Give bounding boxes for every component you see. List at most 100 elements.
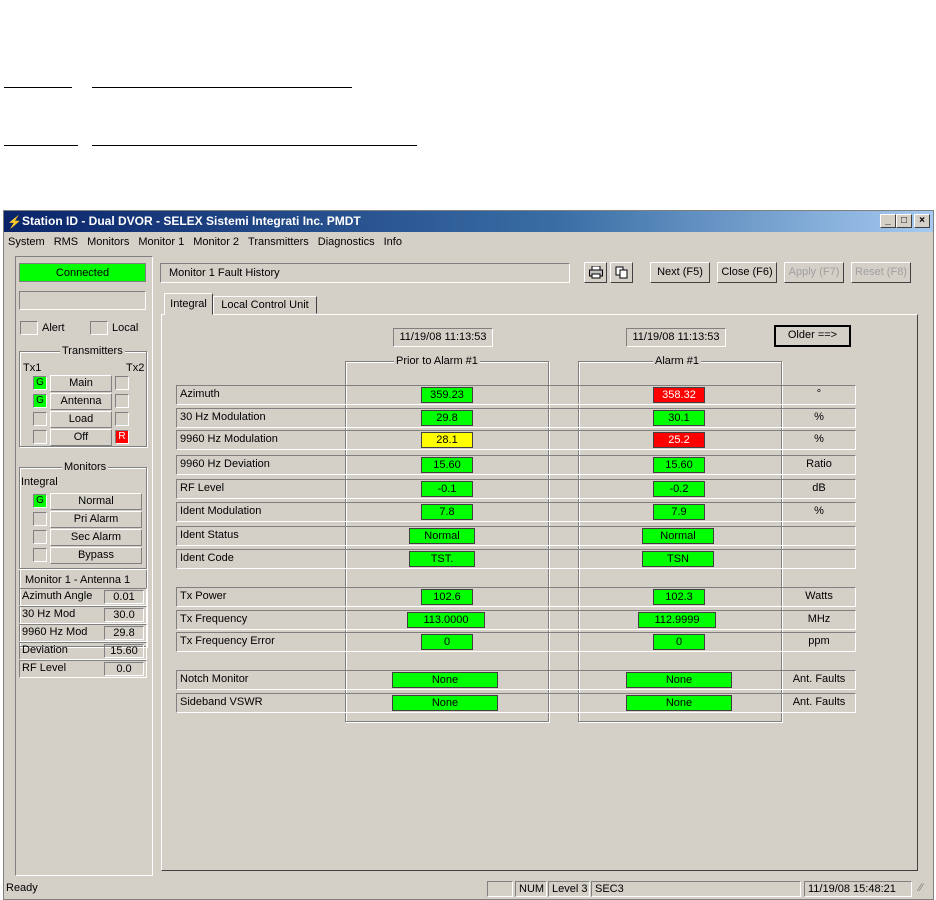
tx2-load-indicator (115, 412, 129, 426)
tab-integral[interactable]: Integral (164, 293, 213, 315)
print-button[interactable] (584, 262, 607, 283)
prior-value: 28.1 (421, 432, 473, 448)
tx1-load-indicator (33, 412, 47, 426)
alert-label: Alert (42, 322, 65, 334)
monitor-empty-area (19, 681, 147, 871)
row-unit (784, 526, 854, 546)
row-label: 9960 Hz Modulation (180, 433, 278, 445)
apply-button[interactable]: Apply (F7) (784, 262, 844, 283)
data-row: Ident Code TST. TSN (176, 549, 856, 569)
menu-transmitters[interactable]: Transmitters (248, 233, 309, 251)
alarm-value: None (626, 672, 732, 688)
alarm-value: 30.1 (653, 410, 705, 426)
reading-row: Deviation 15.60 (19, 642, 147, 660)
prior-value: 15.60 (421, 457, 473, 473)
alarm-value: -0.2 (653, 481, 705, 497)
row-label: Sideband VSWR (180, 696, 263, 708)
reading-value: 0.01 (104, 590, 144, 604)
col1-timestamp: 11/19/08 11:13:53 (393, 328, 493, 347)
menu-bar: System RMS Monitors Monitor 1 Monitor 2 … (4, 233, 933, 251)
row-label: Ident Modulation (180, 505, 262, 517)
menu-diagnostics[interactable]: Diagnostics (318, 233, 375, 251)
reading-row: 30 Hz Mod 30.0 (19, 606, 147, 624)
reset-button[interactable]: Reset (F8) (851, 262, 911, 283)
reading-row: 9960 Hz Mod 29.8 (19, 624, 147, 642)
minimize-button[interactable]: _ (880, 214, 896, 228)
tx1-main-indicator: G (33, 376, 47, 390)
row-label: Ident Status (180, 529, 239, 541)
transmitters-title: Transmitters (60, 345, 125, 357)
row-label: Ident Code (180, 552, 234, 564)
prior-value: 29.8 (421, 410, 473, 426)
tx2-off-indicator: R (115, 430, 129, 444)
prior-value: None (392, 695, 498, 711)
local-indicator (90, 321, 108, 335)
status-bar: Ready NUM Level 3 SEC3 11/19/08 15:48:21… (4, 878, 933, 899)
data-row: Tx Frequency 113.0000 112.9999 MHz (176, 610, 856, 630)
panel-title-box: Monitor 1 Fault History (160, 263, 570, 283)
tx1-antenna-indicator: G (33, 394, 47, 408)
col1-title: Prior to Alarm #1 (394, 355, 480, 367)
tx2-label: Tx2 (126, 362, 145, 374)
next-button[interactable]: Next (F5) (650, 262, 710, 283)
row-unit: ppm (808, 635, 830, 647)
col2-title: Alarm #1 (653, 355, 702, 367)
alarm-value: 102.3 (653, 589, 705, 605)
row-label: Tx Frequency Error (180, 635, 275, 647)
prior-value: Normal (409, 528, 475, 544)
row-unit: Ant. Faults (792, 673, 846, 685)
top-underline-2b (92, 145, 417, 146)
tx-load-label[interactable]: Load (50, 411, 112, 428)
menu-monitors[interactable]: Monitors (87, 233, 129, 251)
printer-icon (588, 265, 603, 279)
row-label: Tx Power (180, 590, 227, 602)
older-button[interactable]: Older ==> (774, 325, 851, 347)
alarm-value: 25.2 (653, 432, 705, 448)
menu-info[interactable]: Info (384, 233, 402, 251)
row-unit: Watts (805, 590, 833, 602)
row-label: RF Level (180, 482, 225, 494)
monitors-mode: Integral (21, 476, 58, 488)
tx-antenna-label[interactable]: Antenna (50, 393, 112, 410)
row-unit (784, 549, 854, 569)
monitor-sec-alarm-label[interactable]: Sec Alarm (50, 529, 142, 546)
monitor-normal-label[interactable]: Normal (50, 493, 142, 510)
resize-grip-icon[interactable]: ⁄⁄ (919, 878, 923, 899)
reading-value: 29.8 (104, 626, 144, 640)
data-row: Ident Status Normal Normal (176, 526, 856, 546)
monitor-subtitle: Monitor 1 - Antenna 1 (25, 574, 131, 586)
alarm-value: 15.60 (653, 457, 705, 473)
monitors-title: Monitors (62, 461, 109, 473)
monitor-bypass-label[interactable]: Bypass (50, 547, 142, 564)
prior-value: 113.0000 (407, 612, 485, 628)
tab-local-control-unit[interactable]: Local Control Unit (213, 296, 317, 314)
row-unit: % (814, 411, 824, 423)
maximize-button[interactable]: □ (896, 214, 912, 228)
monitor-pri-alarm-label[interactable]: Pri Alarm (50, 511, 142, 528)
copy-button[interactable] (610, 262, 633, 283)
menu-monitor-1[interactable]: Monitor 1 (138, 233, 184, 251)
monitor-divider (19, 568, 147, 570)
row-label: 30 Hz Modulation (180, 411, 266, 423)
data-row: Tx Frequency Error 0 0 ppm (176, 632, 856, 652)
tx-off-label[interactable]: Off (50, 429, 112, 446)
title-bar[interactable]: ⚡ Station ID - Dual DVOR - SELEX Sistemi… (4, 211, 933, 232)
data-row: 9960 Hz Modulation 28.1 25.2% (176, 430, 856, 450)
data-row: Sideband VSWR None None Ant. Faults (176, 693, 856, 713)
tx-main-label[interactable]: Main (50, 375, 112, 392)
status-blank-field (19, 291, 146, 310)
menu-rms[interactable]: RMS (54, 233, 78, 251)
reading-label: Azimuth Angle (22, 590, 93, 602)
row-unit: Ratio (806, 458, 832, 470)
menu-system[interactable]: System (8, 233, 45, 251)
row-unit: MHz (807, 613, 831, 625)
window-title: Station ID - Dual DVOR - SELEX Sistemi I… (22, 214, 361, 228)
alarm-value: 112.9999 (638, 612, 716, 628)
row-unit: Ant. Faults (792, 696, 846, 708)
menu-monitor-2[interactable]: Monitor 2 (193, 233, 239, 251)
close-button[interactable]: × (914, 214, 930, 228)
row-label: Azimuth (180, 388, 220, 400)
reading-label: 30 Hz Mod (22, 608, 76, 620)
close-panel-button[interactable]: Close (F6) (717, 262, 777, 283)
tx2-main-indicator (115, 376, 129, 390)
